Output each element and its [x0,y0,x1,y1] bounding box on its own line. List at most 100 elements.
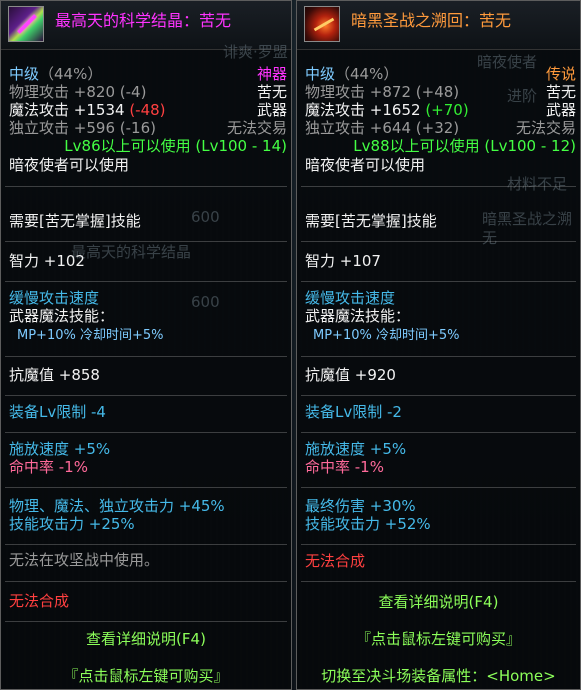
cast-speed: 施放速度 +5% [305,440,407,458]
ghost-text: 诽爽·罗盟 [223,43,288,61]
craft-restriction: 无法合成 [9,592,70,610]
rarity-label: 传说 [545,65,576,83]
grade-label: 中级 [305,65,336,83]
item-category-label: 武器 [545,101,576,119]
buy-hint[interactable]: 『点击鼠标左键可购买』 [1,665,291,686]
stat-value: +1534 [73,101,125,119]
hit-rate: 命中率 -1% [305,458,384,476]
stat-value: +1652 [369,101,421,119]
divider [301,186,576,187]
grade-percent: （44%） [335,65,399,83]
stat-independent-attack: 独立攻击 +596 (-16) [9,120,156,137]
stat-label: 物理攻击 [305,83,366,101]
stat-label: 独立攻击 [9,119,70,137]
switch-pvp-attributes-button[interactable]: 切换至决斗场装备属性：<Home> [297,665,580,686]
item-title: 最高天的科学结晶：苦无 [55,11,232,30]
item-type-label: 苦无 [256,83,287,101]
stat-physical-attack: 物理攻击 +820 (-4) [9,84,146,101]
buy-hint[interactable]: 『点击鼠标左键可购买』 [297,628,580,649]
equip-level-limit: 装备Lv限制 -2 [305,403,402,421]
attack-speed: 缓慢攻击速度 [9,289,100,307]
equip-level-limit: 装备Lv限制 -4 [9,403,106,421]
divider [301,356,576,357]
cast-speed: 施放速度 +5% [9,440,111,458]
stat-magic-attack: 魔法攻击 +1534 (-48) [9,102,166,119]
divider [301,395,576,396]
item-tooltip-right: 暗黑圣战之溯回：苦无 暗夜使者 进阶 材料不足 暗黑圣战之溯 无 中级（44%）… [296,0,581,690]
kunai-item-icon [8,6,44,42]
divider [301,281,576,282]
skill-requirement: 需要[苦无掌握]技能 [305,212,437,230]
divider [301,544,576,545]
divider [5,356,287,357]
pvp-restriction: 无法在攻坚战中使用。 [9,551,160,569]
weapon-magic-skill: 武器魔法技能： [9,307,115,325]
ghost-text: 最高天的科学结晶 [71,243,192,261]
item-type-label: 苦无 [545,83,576,101]
grade-label: 中级 [9,65,40,83]
final-damage-bonus: 最终伤害 +30% [305,497,416,515]
ghost-text: 暗黑圣战之溯 [482,210,573,228]
stat-label: 独立攻击 [305,119,366,137]
divider [5,544,287,545]
divider [301,432,576,433]
divider [5,395,287,396]
divider [5,186,287,187]
stat-diff: (+32) [415,119,460,137]
stat-value: +872 [369,83,411,101]
item-category-label: 武器 [256,101,287,119]
ghost-text: 600 [191,293,220,311]
ghost-text: 材料不足 [507,175,568,193]
attack-bonus: 物理、魔法、独立攻击力 +45% [9,497,225,515]
stat-label: 魔法攻击 [9,101,70,119]
trade-status: 无法交易 [515,119,576,137]
intelligence-stat: 智力 +107 [305,252,381,270]
grade-line: 中级（44%） [305,66,398,83]
rarity-label: 神器 [256,65,287,83]
view-details-button[interactable]: 查看详细说明(F4) [297,591,580,612]
ghost-text: 无 [482,229,498,247]
divider [5,281,287,282]
divider [5,241,287,242]
stat-value: +820 [73,83,115,101]
stat-diff: (-4) [119,83,147,101]
divider [5,621,287,622]
stat-diff: (-48) [129,101,166,119]
trade-status: 无法交易 [226,119,287,137]
kunai-item-icon [304,6,340,42]
grade-percent: （44%） [39,65,103,83]
stat-diff: (-16) [119,119,156,137]
magic-resist: 抗魔值 +858 [9,366,100,384]
view-details-button[interactable]: 查看详细说明(F4) [1,628,291,649]
stat-value: +596 [73,119,115,137]
item-tooltip-left: 最高天的科学结晶：苦无 诽爽·罗盟 600 最高天的科学结晶 600 中级（44… [0,0,292,690]
weapon-magic-skill: 武器魔法技能： [305,307,411,325]
stat-independent-attack: 独立攻击 +644 (+32) [305,120,459,137]
stat-magic-attack: 魔法攻击 +1652 (+70) [305,102,469,119]
intelligence-stat: 智力 +102 [9,252,85,270]
weapon-skill-detail: MP+10% 冷却时间+5% [313,328,460,343]
job-requirement: 暗夜使者可以使用 [9,156,130,174]
ghost-text: 暗夜使者 [477,53,538,71]
skill-requirement: 需要[苦无掌握]技能 [9,212,141,230]
magic-resist: 抗魔值 +920 [305,366,396,384]
divider [5,432,287,433]
skill-attack-bonus: 技能攻击力 +52% [305,515,431,533]
stat-physical-attack: 物理攻击 +872 (+48) [305,84,459,101]
level-requirement: Lv86以上可以使用 (Lv100 - 14) [64,137,287,155]
hit-rate: 命中率 -1% [9,458,88,476]
weapon-skill-detail: MP+10% 冷却时间+5% [17,328,164,343]
stat-value: +644 [369,119,411,137]
stat-diff: (+48) [415,83,460,101]
divider [5,581,287,582]
divider [5,487,287,488]
divider [301,241,576,242]
stat-label: 魔法攻击 [305,101,366,119]
stat-diff: (+70) [425,101,469,119]
divider [301,487,576,488]
skill-attack-bonus: 技能攻击力 +25% [9,515,135,533]
craft-restriction: 无法合成 [305,552,366,570]
divider [301,581,576,582]
item-title: 暗黑圣战之溯回：苦无 [351,11,512,30]
level-requirement: Lv88以上可以使用 (Lv100 - 12) [353,137,576,155]
